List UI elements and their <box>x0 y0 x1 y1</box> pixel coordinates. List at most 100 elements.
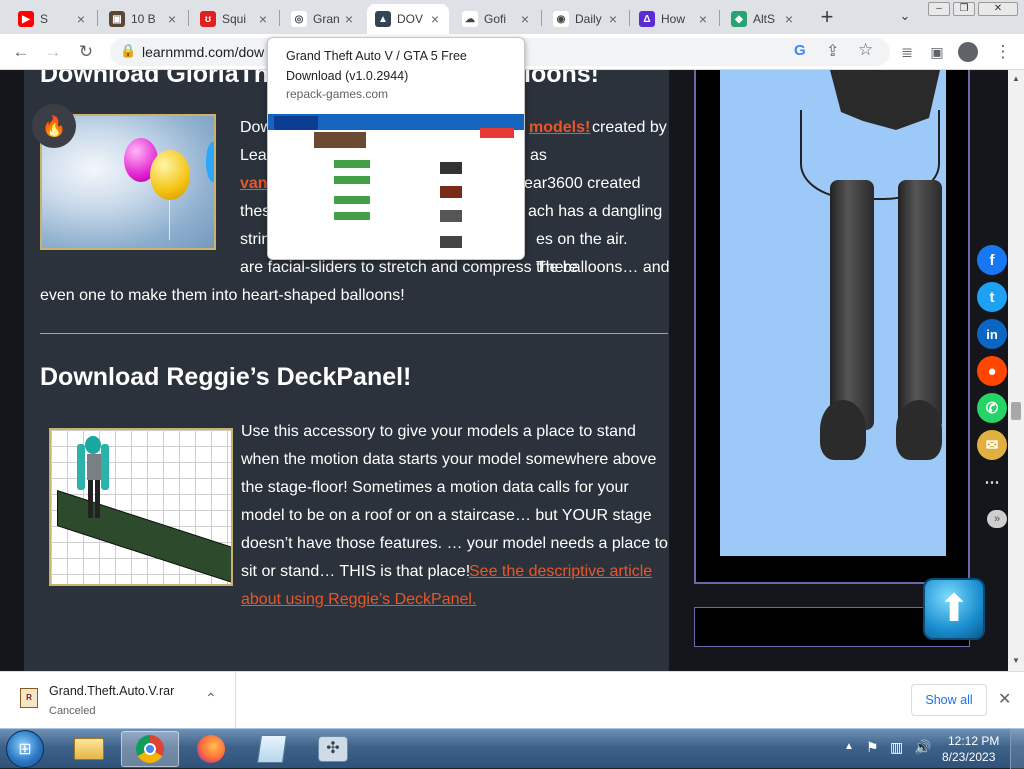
text-line: model to be on a roof or on a staircase…… <box>241 507 652 524</box>
site-icon: ◎ <box>291 11 307 27</box>
close-tab-icon[interactable]: × <box>164 11 180 27</box>
browser-tab[interactable]: Δ How × <box>631 4 717 34</box>
show-all-button[interactable]: Show all <box>911 684 987 716</box>
close-shelf-icon[interactable]: ✕ <box>998 689 1011 709</box>
download-status: Canceled <box>49 705 96 717</box>
close-tab-icon[interactable]: × <box>427 11 443 27</box>
tab-separator <box>719 10 720 26</box>
tab-strip: ▶ S × ▣ 10 B × ʊ Squi × ◎ Gran × ▲ DOV × ☁ Gofi × ◉ Daily × Δ… <box>0 0 1024 34</box>
start-button[interactable]: ⊞ <box>6 730 44 768</box>
close-tab-icon[interactable]: × <box>695 11 711 27</box>
show-hidden-icons[interactable]: ▲ <box>844 741 854 752</box>
hover-card-domain: repack-games.com <box>286 87 389 101</box>
clock-time[interactable]: 12:12 PM <box>948 734 999 748</box>
close-tab-icon[interactable]: × <box>781 11 797 27</box>
side-panel-icon[interactable]: ▣ <box>926 41 948 63</box>
volume-icon[interactable]: 🔊 <box>914 739 931 756</box>
google-lens-icon[interactable]: G <box>794 42 806 59</box>
minimize-button[interactable]: – <box>928 2 950 16</box>
descriptive-article-link-cont[interactable]: about using Reggie’s DeckPanel. <box>241 586 476 614</box>
site-icon: Δ <box>639 11 655 27</box>
collapse-share-icon[interactable]: » <box>987 510 1007 528</box>
close-window-button[interactable]: ✕ <box>978 2 1018 16</box>
restore-button[interactable]: ❐ <box>953 2 975 16</box>
url-text[interactable]: learnmmd.com/dow <box>142 44 264 60</box>
tab-title: AltS <box>753 12 776 26</box>
tab-title: S <box>40 12 49 26</box>
site-icon: ☁ <box>462 11 478 27</box>
sidebar-widget <box>694 70 970 584</box>
tab-hover-card: Grand Theft Auto V / GTA 5 Free Download… <box>267 37 525 260</box>
new-tab-button[interactable]: + <box>816 6 838 28</box>
tab-title: Squi <box>222 12 247 26</box>
tab-title: Gran <box>313 12 340 26</box>
text-line: Use this accessory to give your models a… <box>241 423 636 440</box>
download-options-chevron-icon[interactable]: ⌃ <box>205 690 217 707</box>
back-icon[interactable]: ← <box>10 41 32 63</box>
more-share-icon[interactable]: ⋯ <box>977 467 1007 497</box>
browser-tab[interactable]: ʊ Squi × <box>192 4 277 34</box>
tab-title: 10 B <box>131 12 156 26</box>
action-center-icon[interactable]: ⚑ <box>866 739 879 756</box>
tab-search-icon[interactable]: ⌄ <box>896 8 914 26</box>
bookmark-star-icon[interactable]: ☆ <box>858 40 873 60</box>
browser-tab[interactable]: ◉ Daily × <box>545 4 627 34</box>
chrome-taskbar-icon[interactable] <box>121 731 179 767</box>
rar-file-icon: R <box>20 688 38 708</box>
forward-icon[interactable]: → <box>42 41 64 63</box>
download-filename: Grand.Theft.Auto.V.rar <box>49 684 175 698</box>
scrollbar-thumb[interactable] <box>1011 402 1021 420</box>
browser-tab[interactable]: ◎ Gran × <box>283 4 363 34</box>
windows-taskbar: ⊞ ✣ ▲ ⚑ ▥ 🔊 12:12 PM 8/23/2023 <box>0 728 1024 769</box>
more-menu-icon[interactable]: ⋮ <box>992 41 1014 63</box>
email-share-icon[interactable]: ✉ <box>977 430 1007 460</box>
tab-separator <box>279 10 280 26</box>
firefox-icon[interactable] <box>182 731 240 767</box>
close-tab-icon[interactable]: × <box>605 11 621 27</box>
hover-card-title: Grand Theft Auto V / GTA 5 Free Download… <box>286 49 467 83</box>
download-shelf: R Grand.Theft.Auto.V.rar Canceled ⌃ Show… <box>0 671 1024 728</box>
tab-separator <box>629 10 630 26</box>
browser-tab[interactable]: ▲ DOV × <box>367 4 449 34</box>
descriptive-article-link[interactable]: See the descriptive article <box>469 558 652 586</box>
close-tab-icon[interactable]: × <box>341 11 357 27</box>
download-item[interactable]: R Grand.Theft.Auto.V.rar Canceled ⌃ <box>0 672 236 728</box>
media-control-icon[interactable]: ≣ <box>896 41 918 63</box>
linkedin-share-icon[interactable]: in <box>977 319 1007 349</box>
page-scrollbar[interactable]: ▲ ▼ <box>1008 70 1024 671</box>
close-tab-icon[interactable]: × <box>255 11 271 27</box>
network-icon[interactable]: ▥ <box>890 739 903 756</box>
close-tab-icon[interactable]: × <box>517 11 533 27</box>
site-icon: ◉ <box>553 11 569 27</box>
twitter-share-icon[interactable]: t <box>977 282 1007 312</box>
profile-avatar[interactable] <box>958 42 978 62</box>
site-icon: ▣ <box>109 11 125 27</box>
lock-icon[interactable]: 🔒 <box>120 43 136 59</box>
reload-icon[interactable]: ↻ <box>75 41 97 63</box>
notepad-icon[interactable] <box>243 731 301 767</box>
text-line: sit or stand… THIS is that place! <box>241 563 471 580</box>
browser-tab[interactable]: ▶ S × <box>10 4 95 34</box>
game-controller-icon[interactable]: ✣ <box>304 731 362 767</box>
tab-title: DOV <box>397 12 424 26</box>
sidebar-model-image[interactable] <box>720 70 946 556</box>
windows-logo-icon: ⊞ <box>18 741 32 758</box>
browser-tab[interactable]: ☁ Gofi × <box>454 4 539 34</box>
browser-tab[interactable]: ◆ AltS × <box>723 4 803 34</box>
tab-separator <box>188 10 189 26</box>
facebook-share-icon[interactable]: f <box>977 245 1007 275</box>
youtube-icon: ▶ <box>18 11 34 27</box>
clock-date[interactable]: 8/23/2023 <box>942 750 995 764</box>
text-line: the stage-floor! Sometimes a motion data… <box>241 479 629 496</box>
hover-card-preview <box>268 114 524 259</box>
scroll-to-top-button[interactable]: ⬆ <box>923 578 985 640</box>
share-page-icon[interactable]: ⇪ <box>826 41 839 61</box>
close-tab-icon[interactable]: × <box>73 11 89 27</box>
text-line: doesn’t have those features. … your mode… <box>241 535 668 552</box>
show-desktop-button[interactable] <box>1010 729 1024 769</box>
whatsapp-share-icon[interactable]: ✆ <box>977 393 1007 423</box>
tab-title: Daily <box>575 12 602 26</box>
browser-tab[interactable]: ▣ 10 B × <box>101 4 186 34</box>
file-explorer-icon[interactable] <box>60 731 118 767</box>
reddit-share-icon[interactable]: ● <box>977 356 1007 386</box>
